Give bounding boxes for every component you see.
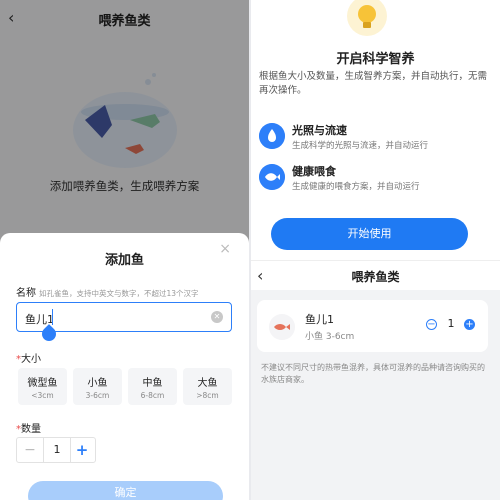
add-fish-sheet: 添加鱼 × 名称 如孔雀鱼，支持中英文与数字，不超过13个汉字 鱼儿1 ✕ *大小… <box>0 233 249 500</box>
size-label: *大小 <box>16 350 41 365</box>
decrement-button[interactable]: − <box>426 319 437 330</box>
lightbulb-icon <box>347 0 387 36</box>
feature-healthy-feeding: 健康喂食 生成健康的喂食方案，并自动运行 <box>259 163 489 197</box>
quantity-stepper: − 1 + <box>16 437 96 463</box>
size-option-range: 3-6cm <box>85 391 110 400</box>
fish-size: 小鱼 3-6cm <box>305 332 355 342</box>
text-caret <box>52 309 53 325</box>
fish-thumbnail-icon <box>269 314 295 340</box>
confirm-button[interactable]: 确定 <box>28 481 223 500</box>
size-option-small[interactable]: 小鱼 3-6cm <box>73 368 122 405</box>
increment-button[interactable]: + <box>464 319 475 330</box>
clear-icon[interactable]: ✕ <box>211 311 223 323</box>
size-option-range: >8cm <box>196 391 219 400</box>
fish-name: 鱼儿1 <box>305 313 334 326</box>
size-option-name: 微型鱼 <box>27 378 58 389</box>
plus-button[interactable]: + <box>69 438 95 462</box>
nav-bar: ‹ 喂养鱼类 <box>251 262 500 290</box>
add-fish-screen: ‹ 喂养鱼类 添加喂养鱼类，生成喂养方案 添加鱼 × 名称 如孔雀鱼，支持中英文与… <box>0 0 249 500</box>
sun-water-icon <box>259 123 285 149</box>
name-label: 名称 如孔雀鱼，支持中英文与数字，不超过13个汉字 <box>16 284 199 299</box>
fish-list-item[interactable]: 鱼儿1 小鱼 3-6cm − 1 + <box>257 300 488 352</box>
feature-subtitle: 生成健康的喂食方案，并自动运行 <box>292 182 420 192</box>
minus-button[interactable]: − <box>17 438 43 462</box>
name-hint: 如孔雀鱼，支持中英文与数字，不超过13个汉字 <box>39 289 199 298</box>
feature-heading: 开启科学智养 <box>336 52 415 67</box>
quantity-value[interactable]: 1 <box>43 438 71 462</box>
smart-feeding-screen: 开启科学智养 根据鱼大小及数量，生成智养方案，并自动执行，无需再次操作。 光照与… <box>251 0 500 500</box>
fish-list-area: 鱼儿1 小鱼 3-6cm − 1 + 不建议不同尺寸的热带鱼混养，具体可混养的品… <box>251 290 500 500</box>
size-option-range: <3cm <box>31 391 54 400</box>
sheet-title: 添加鱼 <box>104 253 144 268</box>
page-title: 喂养鱼类 <box>351 270 400 284</box>
feature-title: 健康喂食 <box>292 165 336 178</box>
close-icon[interactable]: × <box>219 241 231 257</box>
feature-title: 光照与流速 <box>292 124 347 137</box>
size-option-micro[interactable]: 微型鱼 <3cm <box>18 368 67 405</box>
size-option-range: 6-8cm <box>140 391 165 400</box>
feature-description: 根据鱼大小及数量，生成智养方案，并自动执行，无需再次操作。 <box>259 71 488 96</box>
name-label-text: 名称 <box>16 288 36 299</box>
size-option-medium[interactable]: 中鱼 6-8cm <box>128 368 177 405</box>
size-option-name: 小鱼 <box>87 378 108 389</box>
size-options: 微型鱼 <3cm 小鱼 3-6cm 中鱼 6-8cm 大鱼 >8cm <box>18 368 232 405</box>
size-option-name: 中鱼 <box>142 378 163 389</box>
quantity-label-text: 数量 <box>21 424 41 435</box>
size-option-name: 大鱼 <box>197 378 218 389</box>
section-divider <box>251 260 500 261</box>
fish-quantity: 1 <box>447 317 455 330</box>
size-option-large[interactable]: 大鱼 >8cm <box>183 368 232 405</box>
start-button[interactable]: 开始使用 <box>271 218 468 250</box>
fish-feed-icon <box>259 164 285 190</box>
feature-subtitle: 生成科学的光照与流速，并自动运行 <box>292 141 429 151</box>
mixing-note: 不建议不同尺寸的热带鱼混养，具体可混养的品种请咨询购买的水族店商家。 <box>261 363 485 384</box>
feature-light-flow: 光照与流速 生成科学的光照与流速，并自动运行 <box>259 122 489 156</box>
quantity-label: *数量 <box>16 420 41 435</box>
size-label-text: 大小 <box>21 354 41 365</box>
